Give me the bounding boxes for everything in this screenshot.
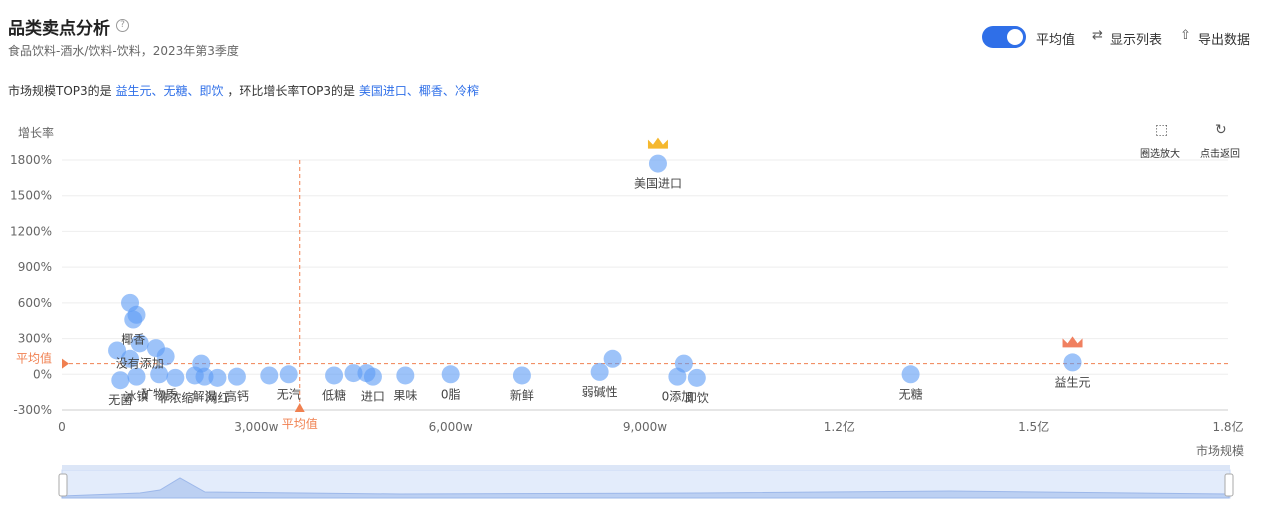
- data-point: [687, 368, 706, 387]
- data-point-label: 没有添加: [116, 355, 164, 370]
- data-point: [111, 371, 130, 390]
- data-point: [590, 362, 609, 381]
- data-point: [396, 366, 415, 385]
- data-point: [1063, 353, 1082, 372]
- data-point: [279, 365, 298, 384]
- y-tick-label: 300%: [18, 332, 52, 346]
- y-tick-label: 1200%: [10, 224, 52, 238]
- zoom-handle-left: [58, 473, 68, 497]
- x-tick-label: 1.5亿: [1018, 419, 1049, 434]
- data-point-label: 0脂: [441, 386, 461, 401]
- data-point-label: 0添加: [662, 390, 694, 404]
- x-axis-title: 市场规模: [1196, 443, 1244, 458]
- crown-icon: [647, 137, 668, 149]
- data-point-label: 新鲜: [510, 387, 534, 402]
- data-point-label: 低糖: [322, 387, 346, 402]
- y-tick-label: 1800%: [10, 153, 52, 167]
- data-point-label: 无汽: [277, 386, 301, 401]
- y-axis-title: 增长率: [18, 125, 54, 140]
- average-marker-x: [294, 403, 305, 412]
- y-tick-label: 0%: [33, 367, 52, 381]
- data-point: [185, 366, 204, 385]
- x-tick-label: 9,000w: [623, 420, 667, 434]
- data-point: [344, 364, 363, 383]
- x-tick-label: 3,000w: [234, 420, 278, 434]
- data-point: [901, 365, 920, 384]
- data-point-label: 进口: [361, 390, 385, 404]
- data-point: [325, 366, 344, 385]
- data-point: [512, 366, 531, 385]
- x-tick-label: 0: [58, 420, 66, 434]
- average-label-x: 平均值: [282, 416, 318, 431]
- data-point: [674, 354, 693, 373]
- y-tick-label: -300%: [13, 403, 52, 417]
- data-point: [127, 367, 146, 386]
- average-label-y: 平均值: [16, 351, 52, 366]
- data-point: [166, 368, 185, 387]
- x-tick-label: 6,000w: [429, 420, 473, 434]
- data-point-label: 弱碱性: [582, 385, 618, 399]
- y-tick-label: 600%: [18, 296, 52, 310]
- zoom-handle-right: [1224, 473, 1234, 497]
- data-point: [127, 305, 146, 324]
- data-point: [603, 349, 622, 368]
- y-tick-label: 900%: [18, 260, 52, 274]
- data-point-label: 无糖: [899, 386, 923, 401]
- data-point: [146, 339, 165, 358]
- data-point-label: 果味: [393, 388, 417, 402]
- average-marker-y: [62, 358, 69, 369]
- x-tick-label: 1.2亿: [824, 419, 855, 434]
- data-point: [441, 365, 460, 384]
- y-tick-label: 1500%: [10, 189, 52, 203]
- data-point: [227, 367, 246, 386]
- data-point-label: 椰香: [121, 332, 145, 347]
- zoom-slider-top-bar: [62, 465, 1230, 470]
- data-point-label: 美国进口: [634, 177, 682, 191]
- data-point-label: 无菌: [108, 393, 132, 407]
- x-tick-label: 1.8亿: [1212, 419, 1243, 434]
- scatter-chart: 平均值平均值 1800%1500%1200%900%600%300%0%-300…: [10, 125, 1244, 499]
- data-point-label: 解渴: [193, 390, 217, 404]
- data-point-label: 益生元: [1055, 375, 1091, 389]
- data-point: [260, 366, 279, 385]
- data-point: [648, 154, 667, 173]
- crown-icon: [1062, 336, 1083, 348]
